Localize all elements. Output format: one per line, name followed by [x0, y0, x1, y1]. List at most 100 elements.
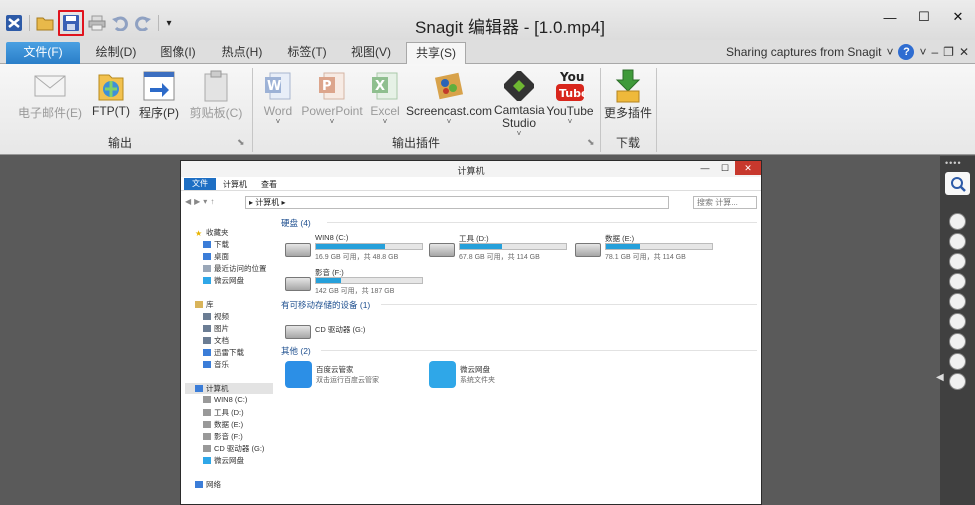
camtasia-button[interactable]: Camtasia Studio ˅: [494, 68, 545, 138]
ribbon-restore-button[interactable]: ❐: [943, 45, 954, 59]
plugins-group-label: 输出插件: [391, 136, 440, 150]
tab-draw[interactable]: 绘制(D): [88, 42, 144, 64]
screencast-button[interactable]: Screencast.com ˅: [406, 68, 492, 126]
capture-address-row: ◀▶▾↑ ▸ 计算机 ▸ 搜索 计算...: [181, 193, 761, 211]
drive-usage-bar: [605, 243, 713, 250]
ribbon-close-button[interactable]: ✕: [959, 45, 969, 59]
capture-title: 计算机: [457, 166, 485, 176]
screencast-icon: [406, 68, 492, 104]
tab-hotspots[interactable]: 热点(H): [212, 42, 272, 64]
word-label: Word: [263, 104, 293, 118]
youtube-button[interactable]: You Tube YouTube ˅: [546, 68, 594, 126]
word-icon: W: [258, 68, 298, 104]
captured-image[interactable]: 计算机 — ☐ ✕ 文件 计算机 查看 ◀▶▾↑ ▸ 计算机 ▸ 搜索 计算..…: [180, 160, 762, 505]
stamp-icon[interactable]: [949, 213, 966, 230]
ribbon-tabs: 文件(F) 绘制(D) 图像(I) 热点(H) 标签(T) 视图(V) 共享(S…: [0, 40, 975, 65]
help-icon[interactable]: ?: [898, 44, 915, 60]
svg-text:Tube: Tube: [559, 87, 585, 100]
capture-nav-arrows-icon: ◀▶▾↑: [185, 197, 218, 206]
flag-icon[interactable]: [949, 253, 966, 270]
nav-item: 最近访问的位置: [203, 263, 267, 274]
drive-usage-bar: [315, 277, 423, 284]
output-group-label: 输出: [107, 136, 132, 150]
clock-icon[interactable]: [949, 333, 966, 350]
window-title: Snagit 编辑器 - [1.0.mp4]: [415, 18, 605, 37]
svg-text:W: W: [267, 79, 281, 94]
more-plugins-icon: [604, 68, 652, 104]
radiation-icon[interactable]: [949, 233, 966, 250]
word-button[interactable]: W Word ˅: [258, 68, 298, 126]
sharing-text: Sharing captures from Snagit: [726, 45, 882, 59]
star-icon[interactable]: [949, 373, 966, 390]
close-button[interactable]: ✕: [941, 6, 975, 28]
tab-share[interactable]: 共享(S): [406, 42, 466, 65]
picture-icon: [203, 325, 211, 332]
excel-button[interactable]: X Excel ˅: [366, 68, 404, 126]
excel-icon: X: [366, 68, 404, 104]
program-button[interactable]: 程序(P): [136, 68, 182, 121]
section-divider: [381, 304, 757, 305]
computer-icon: [195, 385, 203, 392]
drive-icon: [285, 277, 311, 291]
ribbon-minimize-button[interactable]: –: [931, 45, 938, 59]
tab-tags[interactable]: 标签(T): [278, 42, 336, 64]
heart-icon[interactable]: [949, 293, 966, 310]
drive-icon: [203, 396, 211, 403]
nav-item: 下载: [203, 239, 229, 250]
capture-title-bar: 计算机 — ☐ ✕: [181, 161, 761, 177]
section-disks: 硬盘 (4): [281, 218, 311, 228]
recent-icon: [203, 265, 211, 272]
window-controls: — ☐ ✕: [873, 6, 975, 28]
tab-file[interactable]: 文件(F): [6, 42, 80, 64]
svg-text:You: You: [559, 70, 584, 84]
tab-view[interactable]: 视图(V): [342, 42, 400, 64]
tab-image[interactable]: 图像(I): [150, 42, 206, 64]
maximize-icon: ☐: [720, 163, 730, 173]
clipboard-icon: [186, 68, 246, 104]
cloud-icon: [203, 457, 211, 464]
more-plugins-label: 更多插件: [604, 106, 653, 120]
strip-grip-icon[interactable]: ••••: [945, 158, 962, 168]
chevron-down-icon: ˅: [446, 117, 452, 126]
youtube-label: YouTube: [546, 104, 594, 118]
maximize-button[interactable]: ☐: [907, 6, 941, 28]
chevron-down-icon[interactable]: ˅: [919, 45, 926, 59]
chevron-down-icon: ˅: [382, 117, 388, 126]
email-label: 电子邮件(E): [18, 106, 82, 120]
nav-item: 数据 (E:): [203, 419, 243, 430]
nav-item: 桌面: [203, 251, 229, 262]
powerpoint-button[interactable]: P PowerPoint ˅: [300, 68, 364, 126]
app-tile: 百度云管家 双击运行百度云管家: [285, 361, 425, 391]
chevron-down-icon: ˅: [275, 117, 281, 126]
dollar-icon[interactable]: [949, 313, 966, 330]
youtube-icon: You Tube: [546, 68, 594, 104]
section-removable: 有可移动存储的设备 (1): [281, 300, 371, 310]
collapse-arrow-icon[interactable]: ◀: [936, 372, 944, 383]
chevron-down-icon: ˅: [567, 117, 573, 126]
drive-usage-fill: [606, 244, 640, 249]
ftp-button[interactable]: FTP(T): [88, 68, 134, 118]
clipboard-button[interactable]: 剪贴板(C): [186, 68, 246, 121]
section-other: 其他 (2): [281, 346, 311, 356]
search-icon[interactable]: [945, 172, 970, 195]
minimize-button[interactable]: —: [873, 6, 907, 28]
chevron-down-icon[interactable]: ˅: [886, 45, 893, 59]
minimize-icon: —: [700, 163, 710, 173]
network-icon: [195, 481, 203, 488]
nav-favorites: ★ 收藏夹: [195, 228, 229, 238]
more-plugins-button[interactable]: 更多插件: [604, 68, 652, 121]
dialog-launcher-icon[interactable]: ⬊: [237, 137, 245, 148]
ftp-label: FTP(T): [92, 104, 130, 118]
drive-icon: [575, 243, 601, 257]
program-label: 程序(P): [139, 106, 179, 120]
download-group-label: 下载: [615, 136, 640, 150]
smiley-icon[interactable]: [949, 273, 966, 290]
email-button[interactable]: 电子邮件(E): [14, 68, 86, 121]
nav-item: 工具 (D:): [203, 407, 244, 418]
dialog-launcher-icon[interactable]: ⬊: [587, 137, 595, 148]
powerpoint-label: PowerPoint: [301, 104, 363, 118]
capture-tab-view: 查看: [261, 180, 277, 189]
tab-right-area: Sharing captures from Snagit ˅ ? ˅ – ❐ ✕: [726, 44, 969, 60]
check-icon[interactable]: [949, 353, 966, 370]
cloud-icon: [203, 277, 211, 284]
